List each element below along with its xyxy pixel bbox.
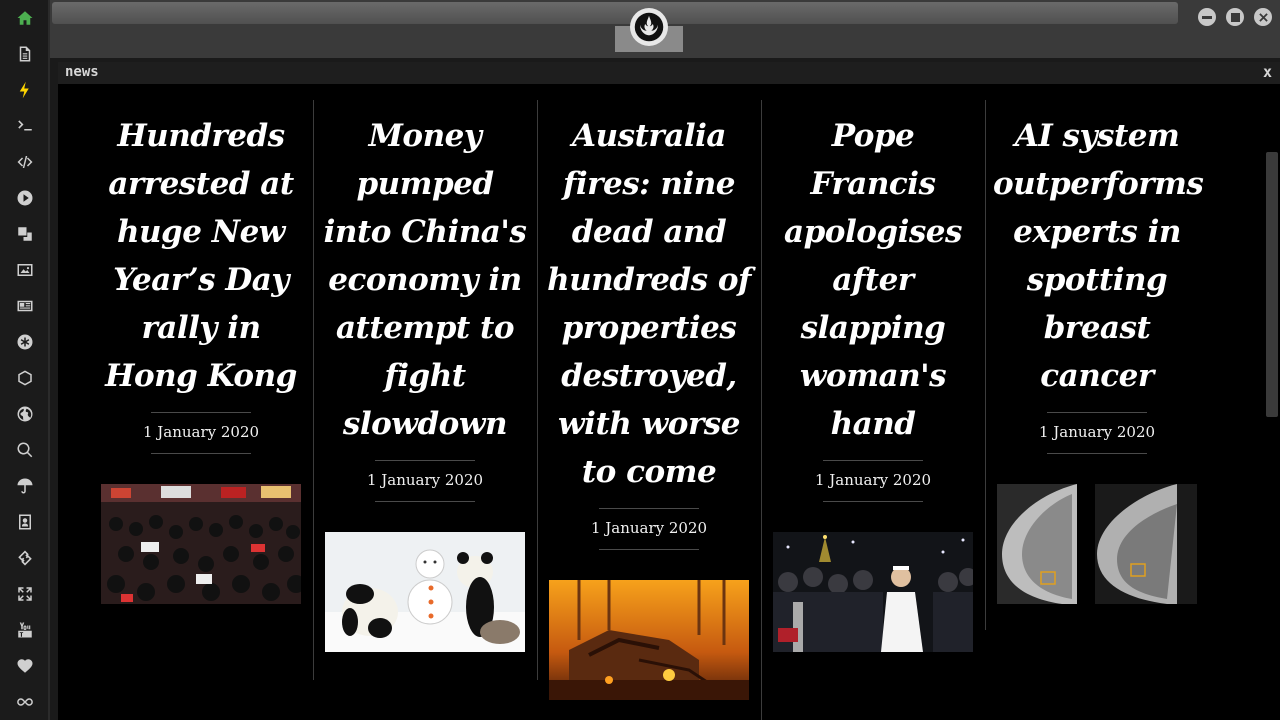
rebel-alliance-logo-icon[interactable] xyxy=(630,8,668,46)
maximize-button[interactable] xyxy=(1226,8,1244,26)
close-window-button[interactable] xyxy=(1254,8,1272,26)
image-icon[interactable] xyxy=(14,259,36,281)
mammogram-image[interactable] xyxy=(997,484,1197,604)
article-date-block: 1 January 2020 xyxy=(815,460,931,502)
asterisk-icon[interactable] xyxy=(14,331,36,353)
panel-close-button[interactable]: x xyxy=(1263,63,1272,81)
hexagon-icon[interactable] xyxy=(14,367,36,389)
news-card[interactable]: Australia fires: nine dead and hundreds … xyxy=(537,100,762,720)
youtube-icon[interactable] xyxy=(14,619,36,641)
minimize-button[interactable] xyxy=(1198,8,1216,26)
article-date: 1 January 2020 xyxy=(814,471,932,489)
article-date-block: 1 January 2020 xyxy=(143,412,259,454)
search-icon[interactable] xyxy=(14,439,36,461)
address-bar[interactable] xyxy=(52,2,1178,24)
code-icon[interactable] xyxy=(14,151,36,173)
sidebar xyxy=(0,0,50,720)
globe-icon[interactable] xyxy=(14,403,36,425)
article-date: 1 January 2020 xyxy=(366,471,484,489)
news-card[interactable]: AI system outperforms experts in spottin… xyxy=(985,100,1209,630)
pope-crowd-image[interactable] xyxy=(773,532,973,652)
article-date-block: 1 January 2020 xyxy=(367,460,483,502)
article-headline[interactable]: Hundreds arrested at huge New Year’s Day… xyxy=(97,112,305,400)
crowd-protest-image[interactable] xyxy=(101,484,301,604)
top-bar xyxy=(50,0,1280,58)
bushfire-image[interactable] xyxy=(549,580,749,700)
play-icon[interactable] xyxy=(14,187,36,209)
article-date-block: 1 January 2020 xyxy=(591,508,707,550)
vertical-scrollbar[interactable] xyxy=(1266,152,1278,417)
article-headline[interactable]: AI system outperforms experts in spottin… xyxy=(993,112,1204,400)
news-card[interactable]: Hundreds arrested at huge New Year’s Day… xyxy=(89,100,314,680)
pandas-snowman-image[interactable] xyxy=(325,532,525,652)
contact-card-icon[interactable] xyxy=(14,511,36,533)
panel-header: news x xyxy=(58,62,1280,84)
article-date-block: 1 January 2020 xyxy=(1039,412,1155,454)
newspaper-icon[interactable] xyxy=(14,295,36,317)
news-panel: news x Hundreds arrested at huge New Yea… xyxy=(58,62,1280,720)
article-date: 1 January 2020 xyxy=(590,519,708,537)
expand-icon[interactable] xyxy=(14,583,36,605)
panel-title: news xyxy=(65,64,99,80)
article-headline[interactable]: Pope Francis apologises after slapping w… xyxy=(769,112,977,448)
article-date: 1 January 2020 xyxy=(142,423,260,441)
article-headline[interactable]: Australia fires: nine dead and hundreds … xyxy=(545,112,753,496)
news-card[interactable]: Money pumped into China's economy in att… xyxy=(313,100,538,680)
article-date: 1 January 2020 xyxy=(1038,423,1156,441)
bolt-icon[interactable] xyxy=(14,79,36,101)
heart-icon[interactable] xyxy=(14,655,36,677)
document-icon[interactable] xyxy=(14,43,36,65)
link-icon[interactable] xyxy=(14,547,36,569)
terminal-icon[interactable] xyxy=(14,115,36,137)
article-headline[interactable]: Money pumped into China's economy in att… xyxy=(321,112,529,448)
umbrella-icon[interactable] xyxy=(14,475,36,497)
infinity-icon[interactable] xyxy=(14,691,36,713)
news-card[interactable]: Pope Francis apologises after slapping w… xyxy=(761,100,986,652)
home-icon[interactable] xyxy=(14,7,36,29)
translate-icon[interactable] xyxy=(14,223,36,245)
